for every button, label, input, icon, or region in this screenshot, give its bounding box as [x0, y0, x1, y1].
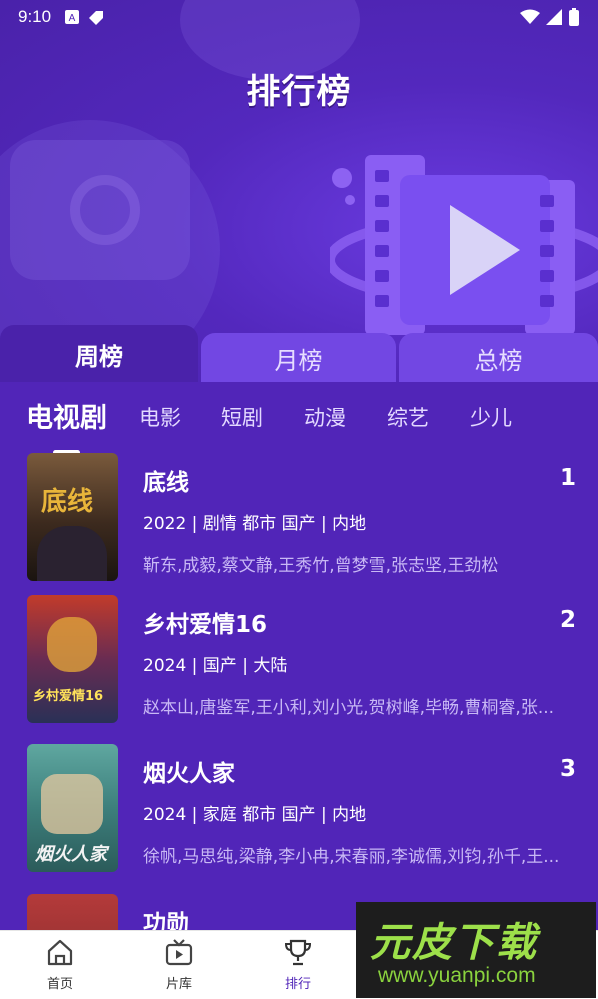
list-item[interactable]: 烟火人家 烟火人家 3 2024 | 家庭 都市 国产 | 内地 徐帆,马思纯,…	[0, 744, 598, 876]
nav-label: 排行	[284, 977, 311, 992]
item-title: 底线	[143, 470, 189, 496]
list-item[interactable]: 乡村爱情16 乡村爱情16 2 2024 | 国产 | 大陆 赵本山,唐鉴军,王…	[0, 595, 598, 727]
page-title: 排行榜	[246, 72, 352, 112]
signal-icon	[546, 9, 562, 25]
item-cast: 赵本山,唐鉴军,王小利,刘小光,贺树峰,毕畅,曹桐睿,张...	[143, 698, 555, 718]
item-title: 烟火人家	[143, 761, 235, 787]
tab-weekly[interactable]: 周榜	[0, 325, 198, 382]
list-item[interactable]: 底线 底线 1 2022 | 剧情 都市 国产 | 内地 靳东,成毅,蔡文静,王…	[0, 453, 598, 585]
nav-label: 首页	[46, 977, 73, 992]
poster-figure	[47, 617, 97, 672]
svg-text:A: A	[69, 13, 76, 24]
home-icon	[47, 939, 73, 966]
poster-text: 乡村爱情16	[33, 689, 104, 704]
cat-tab-kids[interactable]: 少儿	[470, 402, 512, 432]
watermark-url: www.yuanpi.com	[378, 964, 536, 987]
tv-icon	[165, 939, 193, 966]
poster-text: 烟火人家	[35, 844, 107, 865]
nav-ranking[interactable]: 排行	[263, 937, 333, 992]
status-time: 9:10	[18, 7, 52, 26]
tag-icon	[89, 11, 104, 25]
nav-label: 片库	[165, 977, 192, 992]
nav-home[interactable]: 首页	[25, 937, 95, 992]
ranking-content: 电视剧 电影 短剧 动漫 综艺 少儿 底线 底线 1 2022 | 剧情 都市 …	[0, 382, 598, 930]
poster-image: 乡村爱情16	[27, 595, 118, 723]
tab-monthly[interactable]: 月榜	[201, 333, 396, 382]
item-cast: 靳东,成毅,蔡文静,王秀竹,曾梦雪,张志坚,王劲松	[143, 556, 499, 576]
item-title: 功勋	[143, 911, 189, 930]
poster-figure	[41, 774, 103, 834]
rank-number: 3	[559, 756, 576, 782]
watermark: 元皮下载 www.yuanpi.com	[356, 902, 596, 998]
wifi-icon	[520, 9, 540, 24]
poster-image: 烟火人家	[27, 744, 118, 872]
cat-tab-tv[interactable]: 电视剧	[26, 396, 107, 435]
cat-tab-anime[interactable]: 动漫	[304, 402, 346, 432]
status-bar: 9:10 A	[0, 0, 598, 34]
watermark-title: 元皮下载	[370, 920, 538, 966]
camera-lens-icon	[70, 175, 140, 245]
item-meta: 2024 | 国产 | 大陆	[143, 656, 288, 676]
period-tabs: 周榜 月榜 总榜	[0, 325, 598, 382]
poster-image: 底线	[27, 453, 118, 581]
cat-tab-movie[interactable]: 电影	[139, 402, 181, 432]
cat-tab-variety[interactable]: 综艺	[387, 402, 429, 432]
film-play-illustration	[330, 155, 598, 335]
hero-banner: 9:10 A 排行榜 周榜 月榜 总榜	[0, 0, 598, 382]
rank-number: 1	[559, 465, 576, 491]
poster-text: 底线	[41, 487, 94, 517]
poster-figure	[37, 526, 107, 581]
battery-icon	[569, 8, 579, 26]
cat-tab-short[interactable]: 短剧	[221, 402, 263, 432]
trophy-icon	[284, 939, 312, 966]
item-title: 乡村爱情16	[143, 612, 268, 638]
tab-overall[interactable]: 总榜	[399, 333, 598, 382]
poster-image	[27, 894, 118, 930]
item-cast: 徐帆,马思纯,梁静,李小冉,宋春丽,李诚儒,刘钧,孙千,王...	[143, 847, 560, 867]
item-meta: 2022 | 剧情 都市 国产 | 内地	[143, 514, 367, 534]
rank-number: 2	[559, 607, 576, 633]
notification-a-icon: A	[65, 10, 80, 24]
item-meta: 2024 | 家庭 都市 国产 | 内地	[143, 805, 367, 825]
nav-library[interactable]: 片库	[144, 937, 214, 992]
category-tabs: 电视剧 电影 短剧 动漫 综艺 少儿	[0, 396, 598, 455]
